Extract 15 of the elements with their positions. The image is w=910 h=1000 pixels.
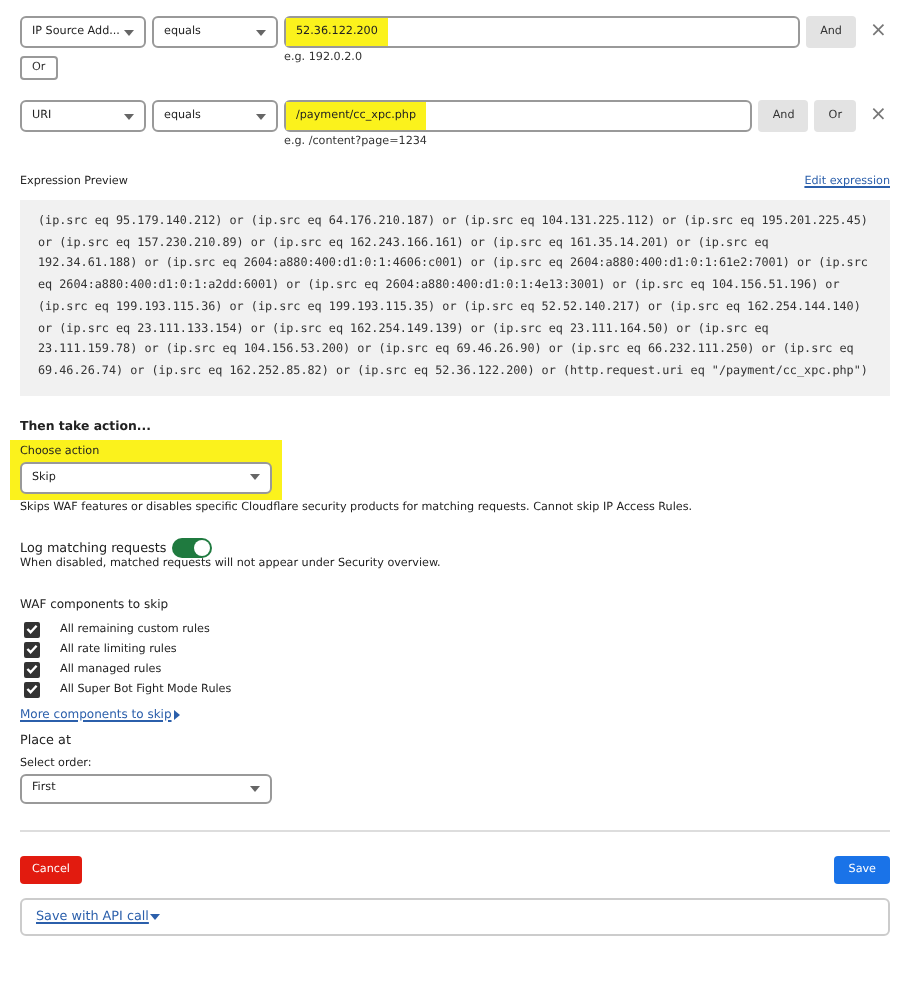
caret-icon	[124, 113, 134, 119]
caret-icon	[150, 913, 161, 920]
checkbox[interactable]	[24, 621, 40, 638]
checkbox[interactable]	[24, 641, 40, 658]
toggle-switch[interactable]	[172, 537, 213, 558]
expand-arrow-icon	[173, 709, 180, 720]
caret-icon	[250, 474, 260, 481]
close-icon[interactable]: ×	[870, 16, 890, 48]
caret-icon	[256, 29, 266, 35]
checkbox[interactable]	[24, 681, 40, 698]
close-icon[interactable]: ×	[870, 100, 890, 132]
caret-icon	[250, 785, 260, 792]
caret-icon	[256, 113, 266, 119]
checkbox[interactable]	[24, 661, 40, 678]
caret-icon	[124, 29, 134, 35]
